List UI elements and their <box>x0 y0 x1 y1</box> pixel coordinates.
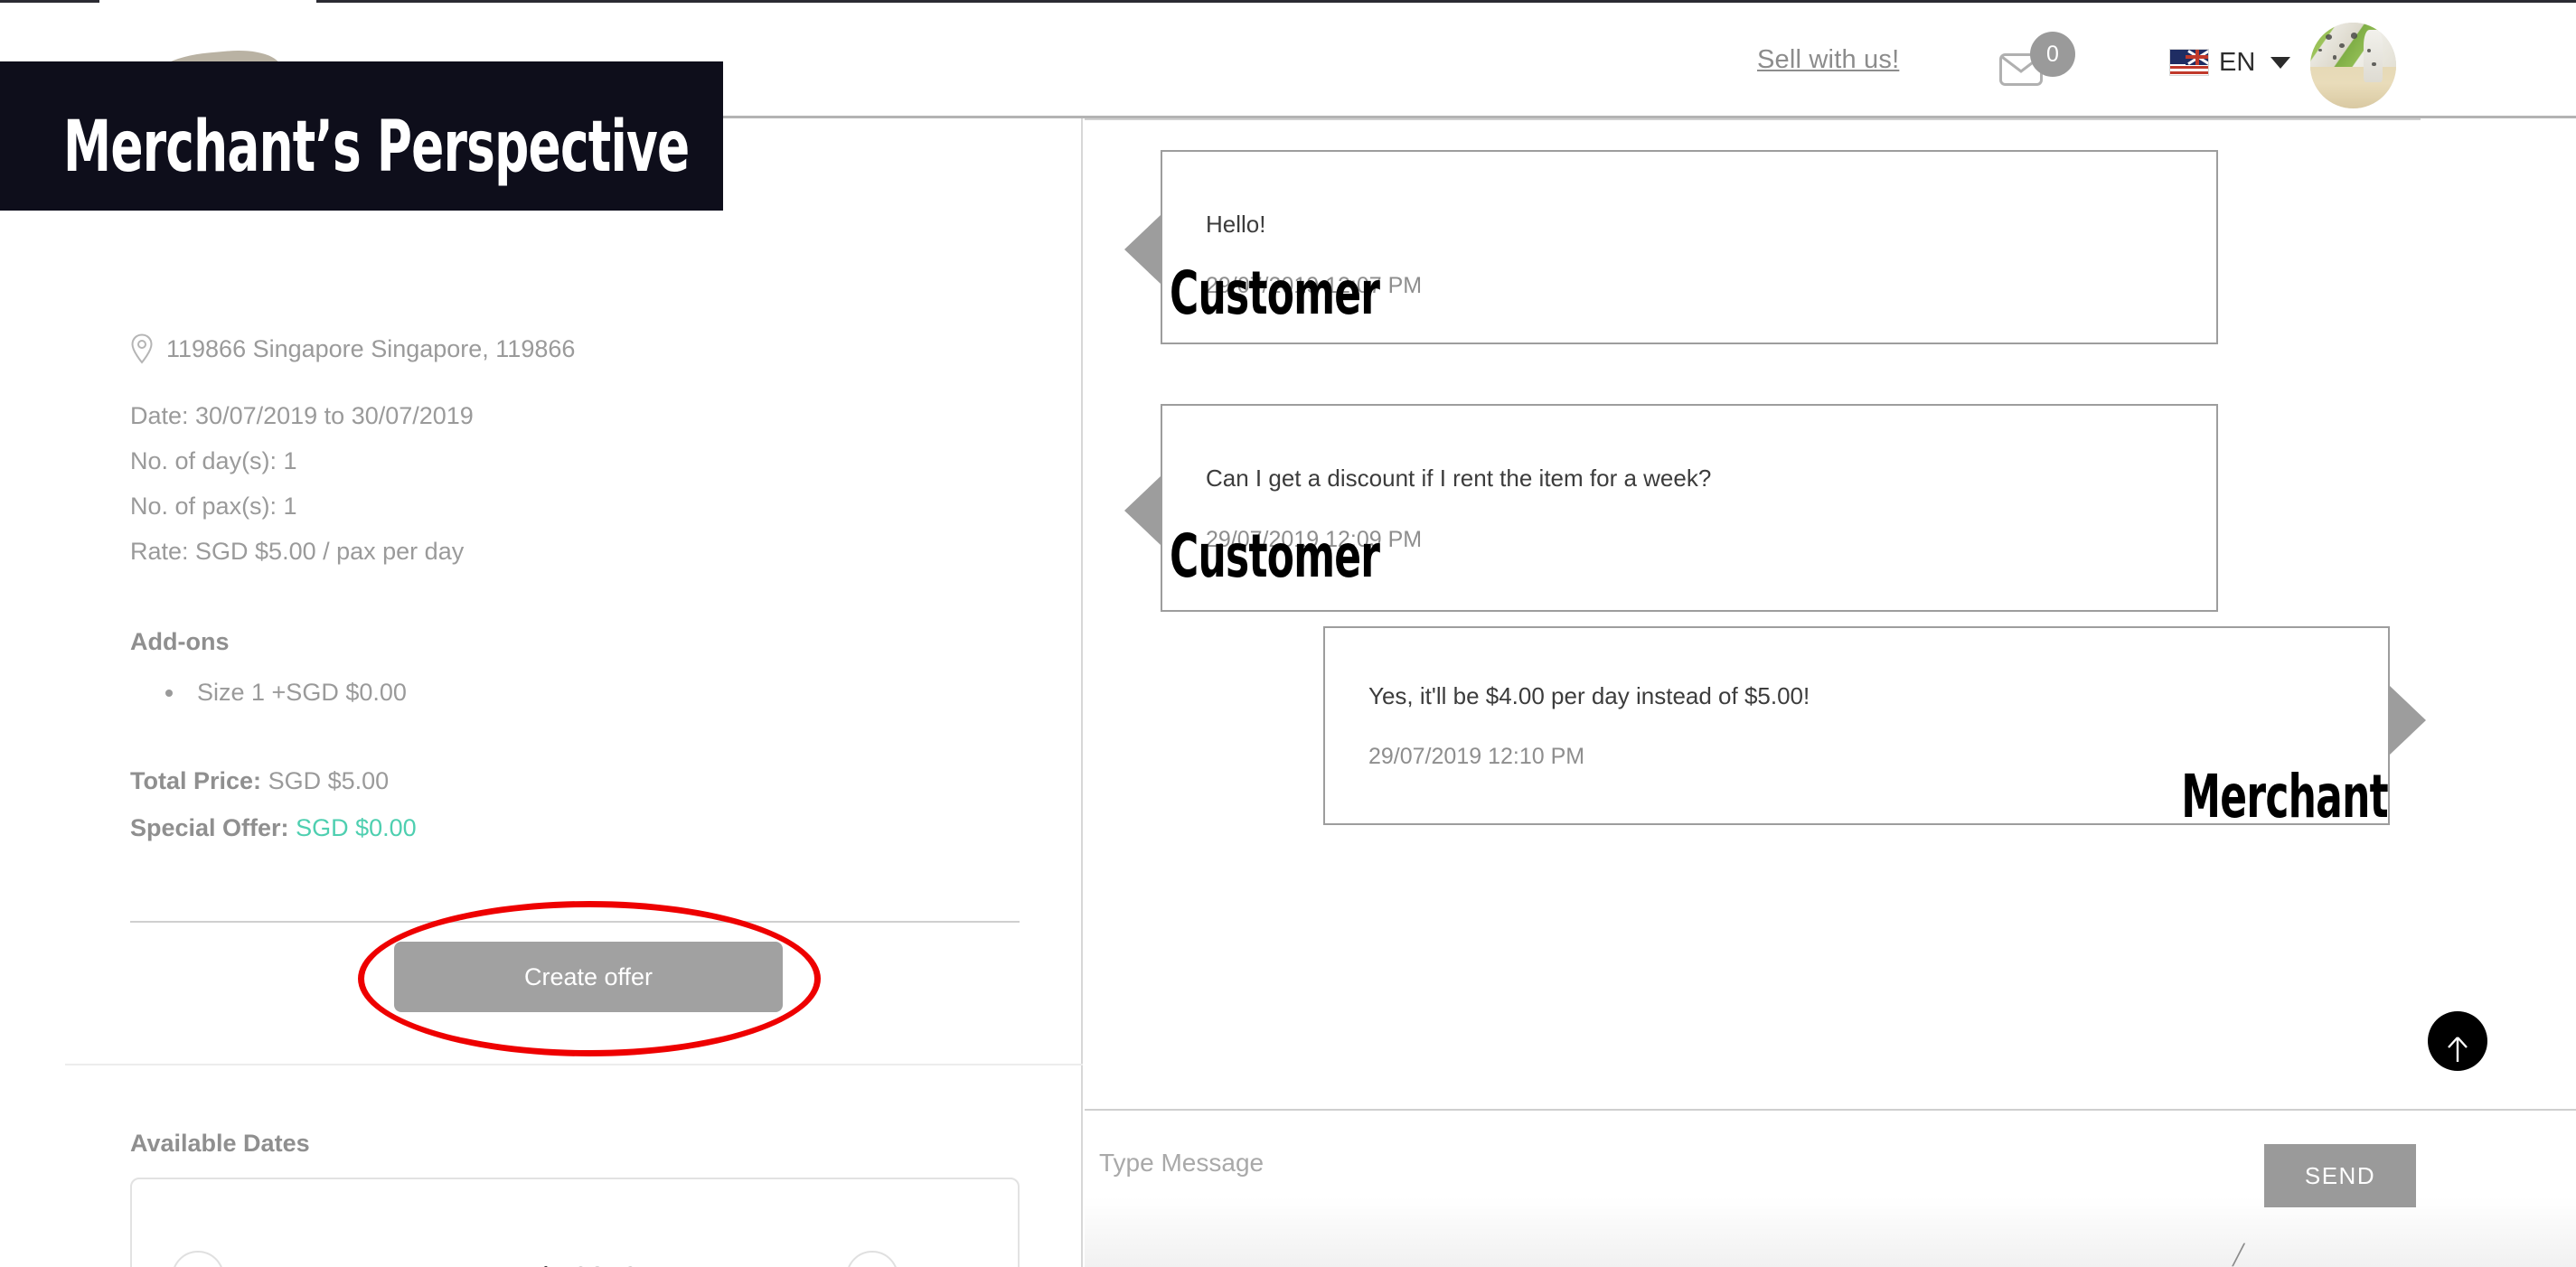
special-offer-row: Special Offer: SGD $0.00 <box>130 814 417 842</box>
messages-count-badge: 0 <box>2030 32 2075 77</box>
resize-grip-icon[interactable]: ╱ <box>2233 1245 2251 1265</box>
chat-message-text: Can I get a discount if I rent the item … <box>1206 465 1712 492</box>
role-annotation-merchant: Merchant <box>2181 762 2388 831</box>
us-uk-flag-icon <box>2169 49 2209 76</box>
scroll-to-top-button[interactable] <box>2428 1011 2487 1071</box>
chat-panel: Hello! 29/07/2019 12:07 PM Customer Can … <box>1085 118 2576 1267</box>
list-item: Size 1 +SGD $0.00 <box>186 679 407 707</box>
bubble-tail <box>1124 215 1161 284</box>
booking-pax: No. of pax(s): 1 <box>130 493 297 520</box>
create-offer-button[interactable]: Create offer <box>394 942 783 1012</box>
role-annotation-customer: Customer <box>1170 258 1380 328</box>
page-root: Sell with us! 0 EN 119866 Singapore Sing… <box>0 0 2576 1267</box>
addons-heading: Add-ons <box>130 628 230 655</box>
sell-with-us-link[interactable]: Sell with us! <box>1757 45 1899 75</box>
booking-date: Date: 30/07/2019 to 30/07/2019 <box>130 402 474 429</box>
total-price-label: Total Price: <box>130 767 262 794</box>
chat-thread[interactable]: Hello! 29/07/2019 12:07 PM Customer Can … <box>1085 118 2576 1111</box>
location-text: 119866 Singapore Singapore, 119866 <box>166 334 576 362</box>
language-code: EN <box>2219 47 2256 77</box>
map-pin-icon <box>130 333 154 364</box>
bubble-tail <box>1124 476 1161 545</box>
chat-message-incoming: Can I get a discount if I rent the item … <box>1124 404 2218 612</box>
role-annotation-customer: Customer <box>1170 521 1380 591</box>
special-offer-label: Special Offer: <box>130 814 289 841</box>
chat-message-incoming: Hello! 29/07/2019 12:07 PM Customer <box>1124 150 2218 344</box>
location-row: 119866 Singapore Singapore, 119866 <box>130 333 575 364</box>
chevron-down-icon <box>2270 56 2291 69</box>
divider <box>130 921 1020 923</box>
calendar-card: ‹ › July 2019 month week day <box>130 1178 1020 1267</box>
total-price-value: SGD $5.00 <box>268 767 390 794</box>
chat-message-outgoing: Yes, it'll be $4.00 per day instead of $… <box>1323 626 2426 831</box>
chat-message-text: Yes, it'll be $4.00 per day instead of $… <box>1368 682 1810 709</box>
language-selector[interactable]: EN <box>2169 39 2291 86</box>
avatar[interactable] <box>2310 23 2396 108</box>
page-title: Merchant’s Perspective <box>63 107 690 188</box>
chat-message-text: Hello! <box>1206 211 1266 238</box>
message-input[interactable] <box>1099 1138 2247 1246</box>
total-price-row: Total Price: SGD $5.00 <box>130 767 389 795</box>
booking-details-panel: 119866 Singapore Singapore, 119866 Date:… <box>0 0 1083 1267</box>
bubble-tail <box>2390 686 2426 755</box>
addons-list: Size 1 +SGD $0.00 <box>159 679 407 707</box>
booking-days: No. of day(s): 1 <box>130 447 297 474</box>
available-dates-heading: Available Dates <box>130 1130 310 1157</box>
perspective-title-overlay: Merchant’s Perspective <box>0 61 723 211</box>
special-offer-value: SGD $0.00 <box>296 814 417 841</box>
message-composer: ╱ SEND <box>1085 1112 2576 1267</box>
send-button[interactable]: SEND <box>2264 1144 2416 1207</box>
booking-rate: Rate: SGD $5.00 / pax per day <box>130 538 465 565</box>
messages-button[interactable]: 0 <box>1999 32 2077 102</box>
arrow-up-icon <box>2428 1035 2487 1064</box>
chat-message-time: 29/07/2019 12:10 PM <box>1368 744 1585 769</box>
calendar-month-label: July 2019 <box>132 1261 1018 1267</box>
divider <box>65 1064 1083 1065</box>
